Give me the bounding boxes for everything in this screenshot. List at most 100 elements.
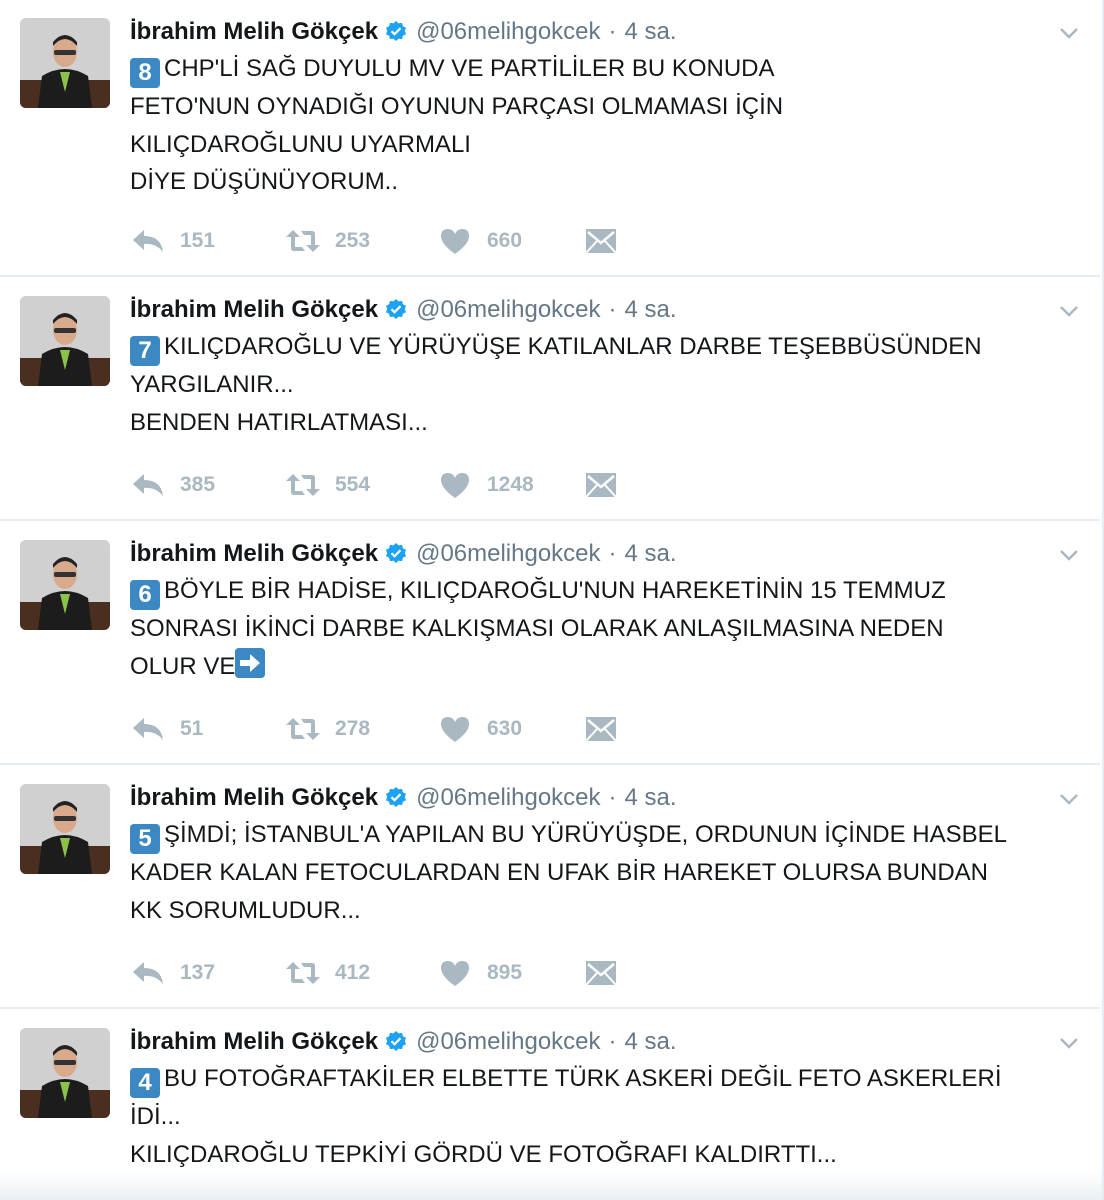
avatar[interactable] — [20, 18, 110, 108]
reply-button[interactable]: 385 — [130, 470, 285, 500]
separator-dot: · — [608, 18, 617, 45]
like-button[interactable]: 630 — [437, 714, 583, 744]
user-handle[interactable]: @06melihgokcek — [416, 784, 600, 812]
chevron-down-icon[interactable] — [1058, 22, 1080, 44]
reply-count: 385 — [180, 473, 216, 496]
reply-button[interactable]: 151 — [130, 226, 285, 256]
tweet-item[interactable]: İbrahim Melih Gökçek @06melihgokcek · 4 … — [0, 278, 1100, 521]
right-arrow-emoji-icon — [235, 647, 266, 678]
retweet-icon — [286, 474, 320, 496]
user-name[interactable]: İbrahim Melih Gökçek — [130, 540, 378, 568]
avatar[interactable] — [20, 296, 110, 386]
tweet-item[interactable]: İbrahim Melih Gökçek @06melihgokcek · 4 … — [0, 766, 1100, 1009]
avatar[interactable] — [20, 784, 110, 874]
tweet-header: İbrahim Melih Gökçek @06melihgokcek · 4 … — [130, 1026, 677, 1058]
tweet-item[interactable]: İbrahim Melih Gökçek @06melihgokcek · 4 … — [0, 522, 1100, 765]
reply-button[interactable]: 137 — [130, 958, 285, 988]
timestamp[interactable]: 4 sa. — [625, 296, 677, 324]
direct-message-button[interactable] — [583, 226, 619, 256]
reply-icon — [133, 962, 163, 984]
user-name[interactable]: İbrahim Melih Gökçek — [130, 1028, 378, 1056]
direct-message-button[interactable] — [583, 714, 619, 744]
retweet-count: 412 — [335, 961, 371, 984]
reply-icon — [133, 474, 163, 496]
timestamp[interactable]: 4 sa. — [625, 1028, 677, 1056]
avatar[interactable] — [20, 540, 110, 630]
timestamp[interactable]: 4 sa. — [625, 784, 677, 812]
reply-icon — [133, 718, 163, 740]
like-button[interactable]: 660 — [437, 226, 583, 256]
reply-button[interactable]: 51 — [130, 714, 285, 744]
envelope-icon — [585, 717, 617, 742]
keycap-number-badge: 8 — [130, 58, 160, 88]
user-handle[interactable]: @06melihgokcek — [416, 1028, 600, 1056]
envelope-icon — [585, 229, 617, 254]
user-handle[interactable]: @06melihgokcek — [416, 18, 600, 46]
text-segment: OLUR VE — [130, 652, 236, 680]
verified-badge-icon — [386, 21, 407, 41]
retweet-button[interactable]: 253 — [285, 226, 437, 256]
tweet-header: İbrahim Melih Gökçek @06melihgokcek · 4 … — [130, 294, 677, 326]
reply-icon — [133, 230, 163, 252]
user-name[interactable]: İbrahim Melih Gökçek — [130, 18, 378, 46]
user-handle[interactable]: @06melihgokcek — [416, 296, 600, 324]
envelope-icon — [585, 473, 617, 498]
tweet-text: 6 BÖYLE BİR HADİSE, KILIÇDAROĞLU'NUN HARE… — [130, 572, 1090, 685]
tweet-text-line: YARGILANIR... — [130, 371, 294, 398]
text-segment: KILIÇDAROĞLU VE YÜRÜYÜŞE KATILANLAR DARB… — [164, 333, 982, 360]
reply-count: 51 — [180, 717, 204, 740]
user-name[interactable]: İbrahim Melih Gökçek — [130, 296, 378, 324]
chevron-down-icon[interactable] — [1058, 788, 1080, 810]
like-count: 1248 — [487, 473, 534, 496]
text-segment: CHP'Lİ SAĞ DUYULU MV VE PARTİLİLER BU KO… — [164, 55, 775, 82]
tweet-text-line: 4 BU FOTOĞRAFTAKİLER ELBETTE TÜRK ASKERİ … — [130, 1060, 1090, 1098]
timestamp[interactable]: 4 sa. — [625, 18, 677, 46]
user-name[interactable]: İbrahim Melih Gökçek — [130, 784, 378, 812]
verified-badge-icon — [386, 1031, 407, 1051]
verified-badge-icon — [386, 299, 407, 319]
tweet-header: İbrahim Melih Gökçek @06melihgokcek · 4 … — [130, 782, 677, 814]
text-segment: BÖYLE BİR HADİSE, KILIÇDAROĞLU'NUN HAREK… — [164, 577, 946, 604]
like-button[interactable]: 895 — [437, 958, 583, 988]
reply-count: 151 — [180, 229, 216, 252]
scroll-fade — [0, 1172, 1102, 1200]
heart-icon — [441, 473, 469, 498]
keycap-number-badge: 6 — [130, 580, 160, 610]
tweet-text-line: SONRASI İKİNCİ DARBE KALKIŞMASI OLARAK A… — [130, 615, 944, 642]
chevron-down-icon[interactable] — [1058, 544, 1080, 566]
separator-dot: · — [608, 784, 617, 811]
tweet-item[interactable]: İbrahim Melih Gökçek @06melihgokcek · 4 … — [0, 0, 1100, 277]
user-handle[interactable]: @06melihgokcek — [416, 540, 600, 568]
retweet-count: 554 — [335, 473, 371, 496]
tweet-text-line: FETO'NUN OYNADIĞI OYUNUN PARÇASI OLMAMAS… — [130, 93, 784, 120]
tweet-actions: 385 554 1248 — [130, 465, 619, 505]
separator-dot: · — [608, 540, 617, 567]
chevron-down-icon[interactable] — [1058, 300, 1080, 322]
keycap-number-badge: 7 — [130, 336, 160, 366]
tweet-actions: 137 412 895 — [130, 953, 619, 993]
tweet-text-line: 6 BÖYLE BİR HADİSE, KILIÇDAROĞLU'NUN HARE… — [130, 572, 1090, 610]
tweet-actions: 51 278 630 — [130, 709, 619, 749]
text-segment: ŞİMDİ; İSTANBUL'A YAPILAN BU YÜRÜYÜŞDE, … — [164, 821, 1007, 848]
direct-message-button[interactable] — [583, 470, 619, 500]
retweet-button[interactable]: 278 — [285, 714, 437, 744]
verified-badge-icon — [386, 787, 407, 807]
verified-badge-icon — [386, 543, 407, 563]
tweet-feed: İbrahim Melih Gökçek @06melihgokcek · 4 … — [0, 0, 1104, 1200]
direct-message-button[interactable] — [583, 958, 619, 988]
chevron-down-icon[interactable] — [1058, 1032, 1080, 1054]
timestamp[interactable]: 4 sa. — [625, 540, 677, 568]
keycap-number-badge: 5 — [130, 824, 160, 854]
retweet-button[interactable]: 412 — [285, 958, 437, 988]
tweet-text-line: OLUR VE — [130, 647, 1090, 686]
envelope-icon — [585, 961, 617, 986]
avatar[interactable] — [20, 1028, 110, 1118]
tweet-text-line: KILIÇDAROĞLUNU UYARMALI — [130, 130, 471, 158]
retweet-count: 253 — [335, 229, 371, 252]
tweet-text-line: 7 KILIÇDAROĞLU VE YÜRÜYÜŞE KATILANLAR DAR… — [130, 328, 1090, 366]
like-button[interactable]: 1248 — [437, 470, 583, 500]
tweet-text-line: İDİ... — [130, 1103, 181, 1130]
heart-icon — [441, 961, 469, 986]
retweet-button[interactable]: 554 — [285, 470, 437, 500]
tweet-text-line: KK SORUMLUDUR... — [130, 896, 361, 924]
